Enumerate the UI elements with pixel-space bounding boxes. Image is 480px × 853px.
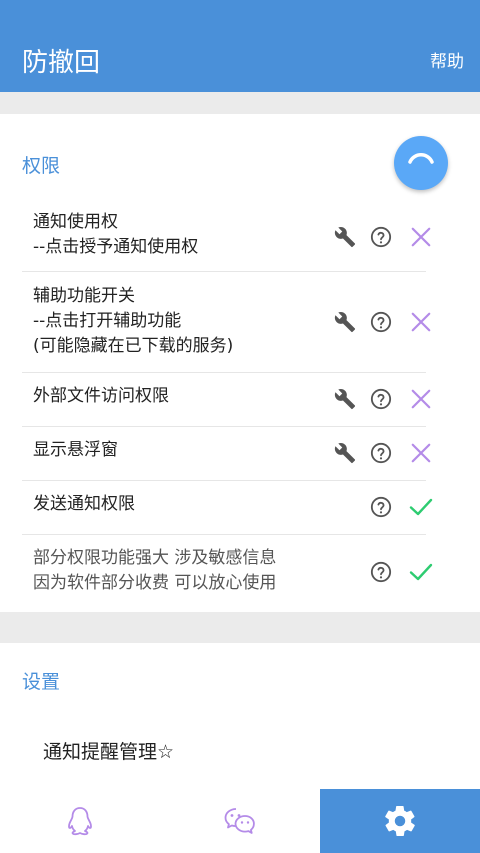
row-line: 外部文件访问权限 <box>33 386 169 406</box>
denied-x-icon <box>408 309 434 335</box>
permission-row-overlay[interactable]: 显示悬浮窗 <box>22 427 431 481</box>
settings-section-title: 设置 <box>22 671 61 693</box>
denied-x-icon <box>408 440 434 466</box>
help-circle-icon[interactable] <box>368 559 394 585</box>
refresh-fab[interactable] <box>394 136 448 190</box>
help-circle-icon[interactable] <box>368 309 394 335</box>
refresh-arc-icon <box>408 153 434 164</box>
app-bar: 防撤回 帮助 <box>0 0 480 92</box>
row-line: --点击授予通知使用权 <box>33 237 199 257</box>
row-line: (可能隐藏在已下载的服务) <box>33 336 234 356</box>
help-circle-icon[interactable] <box>368 440 394 466</box>
wrench-icon[interactable] <box>332 309 358 335</box>
help-circle-icon[interactable] <box>368 386 394 412</box>
permission-row-accessibility[interactable]: 辅助功能开关 --点击打开辅助功能 (可能隐藏在已下载的服务) <box>22 272 431 373</box>
nav-item-wechat[interactable] <box>160 789 320 853</box>
settings-card: 设置 通知提醒管理☆ <box>0 643 480 789</box>
permission-row-file-access[interactable]: 外部文件访问权限 <box>22 373 431 427</box>
row-line: 通知使用权 <box>33 212 118 232</box>
permissions-section-title: 权限 <box>22 155 61 177</box>
row-line: 因为软件部分收费 可以放心使用 <box>33 573 277 593</box>
nav-item-settings[interactable] <box>320 789 480 853</box>
permission-note-row: 部分权限功能强大 涉及敏感信息 因为软件部分收费 可以放心使用 <box>22 535 433 612</box>
permission-row-notification-access[interactable]: 通知使用权 --点击授予通知使用权 <box>22 204 431 272</box>
permissions-card: 权限 通知使用权 --点击授予通知使用权 辅助功能开关 --点击打开辅助功能 (… <box>0 114 480 612</box>
row-line: 显示悬浮窗 <box>33 440 118 460</box>
qq-penguin-icon <box>68 807 92 836</box>
bottom-nav <box>0 789 480 853</box>
nav-item-qq[interactable] <box>0 789 160 853</box>
wrench-icon[interactable] <box>332 440 358 466</box>
granted-check-icon <box>408 559 434 585</box>
notify-manage-item[interactable]: 通知提醒管理☆ <box>43 737 174 764</box>
help-circle-icon[interactable] <box>368 494 394 520</box>
denied-x-icon <box>408 386 434 412</box>
gear-icon <box>385 806 415 836</box>
row-line: --点击打开辅助功能 <box>33 311 182 331</box>
help-circle-icon[interactable] <box>368 224 394 250</box>
wrench-icon[interactable] <box>332 386 358 412</box>
row-line: 部分权限功能强大 涉及敏感信息 <box>33 548 277 568</box>
help-button[interactable]: 帮助 <box>430 50 464 74</box>
page-title: 防撤回 <box>22 48 101 78</box>
row-line: 辅助功能开关 <box>33 286 135 306</box>
wrench-icon[interactable] <box>332 224 358 250</box>
denied-x-icon <box>408 224 434 250</box>
granted-check-icon <box>408 494 434 520</box>
wechat-icon <box>224 808 255 834</box>
permission-row-send-notification[interactable]: 发送通知权限 <box>22 481 433 535</box>
row-line: 发送通知权限 <box>33 494 135 514</box>
